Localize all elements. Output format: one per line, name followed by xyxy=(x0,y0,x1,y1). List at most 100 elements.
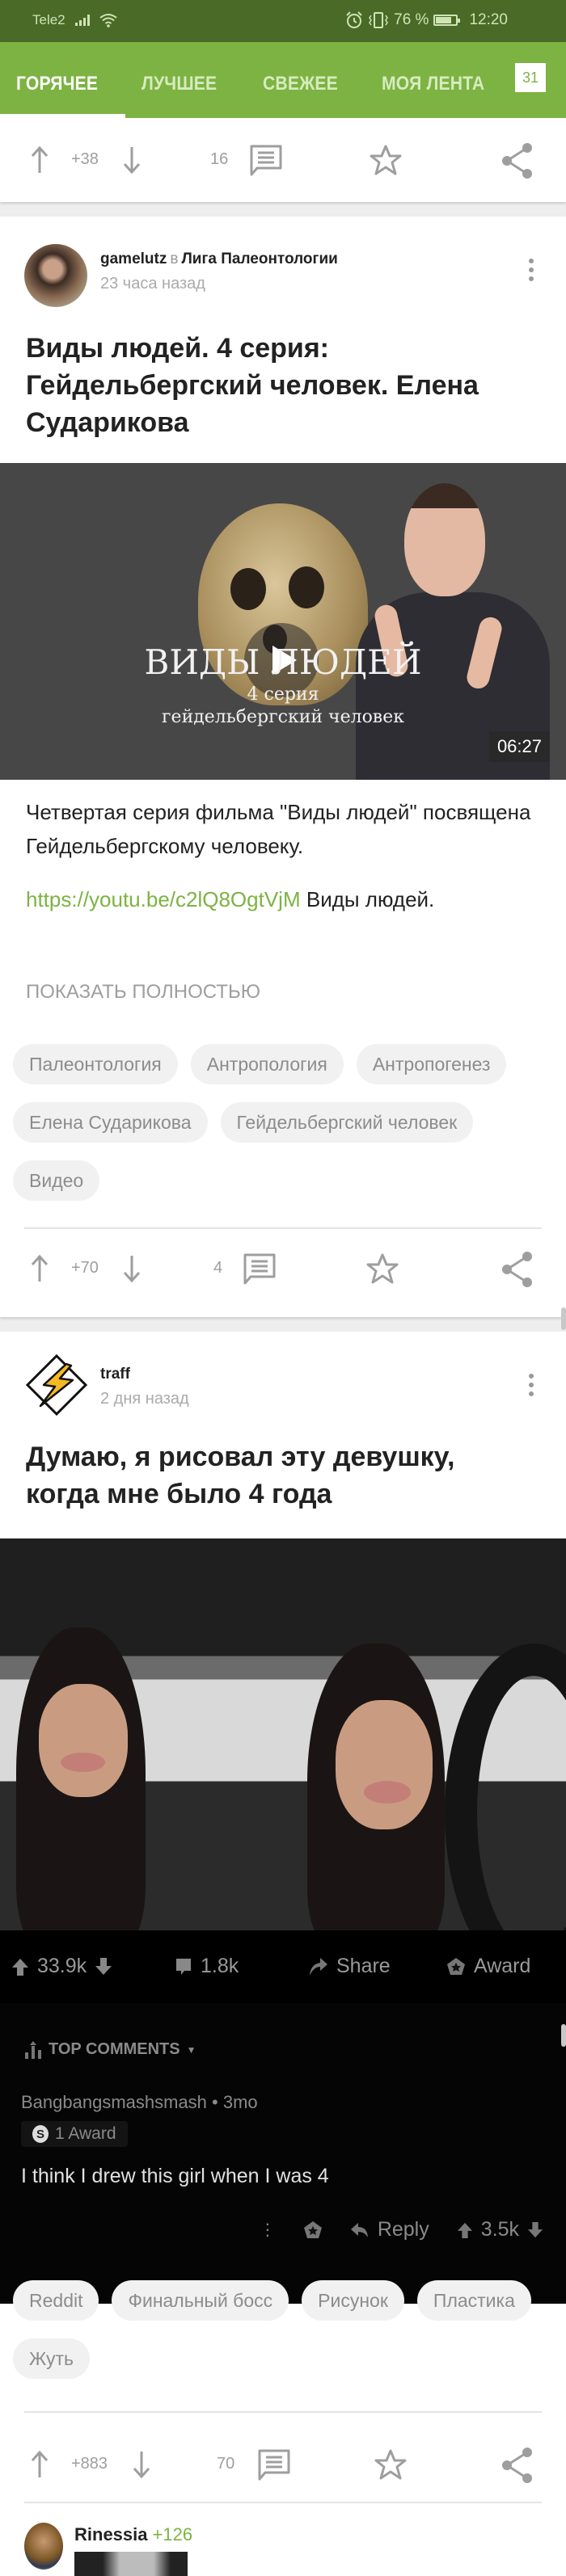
arrow-up-icon xyxy=(31,1254,49,1282)
more-options-icon[interactable] xyxy=(529,259,535,281)
comment-icon xyxy=(258,2449,290,2481)
alarm-icon xyxy=(346,11,362,28)
downvote-button[interactable] xyxy=(133,2450,150,2479)
post-time: 23 часа назад xyxy=(100,275,205,293)
feed-tabs: ГОРЯЧЕЕ ЛУЧШЕЕ СВЕЖЕЕ МОЯ ЛЕНТА 31 xyxy=(0,42,566,118)
wifi-icon xyxy=(99,14,117,27)
tag[interactable]: Видео xyxy=(13,1160,100,1201)
scrollbar-thumb[interactable] xyxy=(561,2024,566,2047)
tag[interactable]: Антропология xyxy=(190,1044,344,1084)
author-name[interactable]: gamelutz xyxy=(100,250,167,267)
tab-fresh[interactable]: СВЕЖЕЕ xyxy=(263,73,338,95)
post-rating: +883 xyxy=(71,2455,108,2473)
save-button[interactable] xyxy=(365,1252,399,1285)
upvote-button[interactable] xyxy=(31,145,49,175)
reddit-upvotes: 33.9k xyxy=(11,1955,112,1978)
comments-button[interactable] xyxy=(243,1252,277,1286)
comments-count: 4 xyxy=(213,1259,223,1277)
post-image[interactable] xyxy=(0,1538,566,1930)
comment-rating: +126 xyxy=(152,2524,193,2544)
video-duration: 06:27 xyxy=(488,731,550,762)
tag[interactable]: Reddit xyxy=(13,2280,99,2321)
tab-best[interactable]: ЛУЧШЕЕ xyxy=(142,73,217,95)
save-button[interactable] xyxy=(369,144,403,176)
tag[interactable]: Финальный босс xyxy=(112,2280,289,2321)
post-card: traff 2 дня назад Думаю, я рисовал эту д… xyxy=(0,1332,566,2576)
previous-post-footer: +38 16 xyxy=(0,118,566,202)
silver-award-icon: S xyxy=(32,2125,49,2143)
downvote-button[interactable] xyxy=(123,145,141,175)
tag[interactable]: Палеонтология xyxy=(13,1044,178,1084)
tab-hot[interactable]: ГОРЯЧЕЕ xyxy=(16,73,98,95)
post-author-line: gamelutz в Лига Палеонтологии xyxy=(100,250,338,268)
reddit-post-bar: 33.9k 1.8k Share Award xyxy=(0,1930,566,2003)
link-suffix: Виды людей. xyxy=(300,887,435,911)
arrow-down-icon xyxy=(123,1256,141,1283)
comments-count: 70 xyxy=(217,2455,235,2473)
comment-author-name[interactable]: Rinessia xyxy=(74,2524,148,2544)
post-title[interactable]: Виды людей. 4 серия: Гейдельбергский чел… xyxy=(26,330,534,441)
post-title[interactable]: Думаю, я рисовал эту девушку, когда мне … xyxy=(26,1438,534,1513)
upvote-button[interactable] xyxy=(31,1254,49,1283)
battery-percent: 76 % xyxy=(394,11,429,28)
top-comment-header: Rinessia +126 xyxy=(74,2524,192,2545)
community-link[interactable]: Лига Палеонтологии xyxy=(181,250,337,267)
reddit-comment-text: I think I drew this girl when I was 4 xyxy=(21,2165,329,2187)
upvote-button[interactable] xyxy=(31,2450,49,2479)
show-more-button[interactable]: ПОКАЗАТЬ ПОЛНОСТЬЮ xyxy=(26,981,260,1004)
youtube-link[interactable]: https://youtu.be/c2lQ8OgtVjM xyxy=(26,887,301,911)
share-button[interactable] xyxy=(501,142,534,179)
more-options-icon[interactable] xyxy=(529,1374,535,1396)
reddit-comment-award: S 1 Award xyxy=(21,2121,128,2147)
scrollbar-thumb[interactable] xyxy=(561,1307,566,1330)
comments-button[interactable] xyxy=(249,144,283,178)
reddit-upvote-icon xyxy=(457,2222,472,2238)
my-feed-badge: 31 xyxy=(515,63,546,92)
tag[interactable]: Жуть xyxy=(13,2338,90,2379)
tag[interactable]: Пластика xyxy=(416,2280,531,2321)
status-bar: Tele2 76 % 12:20 xyxy=(0,0,566,42)
video-player[interactable]: ВИДЫ ЛЮДЕЙ 4 серия гейдельбергский челов… xyxy=(0,463,566,780)
star-icon xyxy=(366,1253,399,1284)
post-description: Четвертая серия фильма "Виды людей" посв… xyxy=(26,800,531,858)
tag[interactable]: Рисунок xyxy=(302,2280,404,2321)
arrow-down-icon xyxy=(133,2452,150,2479)
author-avatar[interactable] xyxy=(24,1353,89,1417)
save-button[interactable] xyxy=(374,2448,408,2481)
comment-image[interactable] xyxy=(74,2552,188,2576)
comment-author-avatar[interactable] xyxy=(24,2523,63,2570)
tag[interactable]: Антропогенез xyxy=(356,1044,507,1084)
star-icon xyxy=(374,2449,407,2480)
signal-icon xyxy=(74,15,90,26)
sort-icon xyxy=(25,2040,41,2059)
carrier-label: Tele2 xyxy=(32,12,65,27)
comments-button[interactable] xyxy=(257,2448,291,2482)
battery-icon xyxy=(433,15,461,26)
in-label: в xyxy=(170,250,179,267)
share-button[interactable] xyxy=(501,2447,534,2484)
reddit-upvote-icon xyxy=(12,1958,28,1976)
divider xyxy=(24,1227,542,1229)
video-subtitle2-overlay: гейдельбергский человек xyxy=(162,707,404,727)
tag[interactable]: Гейдельбергский человек xyxy=(220,1102,474,1143)
tag[interactable]: Елена Сударикова xyxy=(13,1102,208,1143)
arrow-down-icon xyxy=(123,147,141,175)
tags-list: Reddit Финальный босс Рисунок Пластика Ж… xyxy=(13,2280,553,2379)
tab-my-feed[interactable]: МОЯ ЛЕНТА xyxy=(382,73,484,95)
reddit-comment-actions: ⋮ Reply 3.5k xyxy=(260,2218,543,2241)
share-button[interactable] xyxy=(501,1251,534,1288)
reddit-share-icon xyxy=(310,1957,327,1976)
vibrate-icon xyxy=(369,12,389,28)
comments-count: 16 xyxy=(210,150,229,168)
share-icon xyxy=(502,2448,532,2483)
author-name[interactable]: traff xyxy=(100,1366,130,1383)
author-avatar[interactable] xyxy=(24,244,87,307)
downvote-button[interactable] xyxy=(123,1254,141,1283)
arrow-up-icon xyxy=(31,2450,49,2477)
arrow-up-icon xyxy=(31,145,49,173)
reddit-award: Award xyxy=(446,1955,530,1978)
post-rating: +70 xyxy=(71,1259,99,1277)
reddit-screenshot: 33.9k 1.8k Share Award TOP COMMENTS ▼ Ba… xyxy=(0,1930,566,2304)
reddit-comment-author: Bangbangsmashsmash • 3mo xyxy=(21,2092,258,2112)
video-subtitle-overlay: 4 серия xyxy=(247,684,319,705)
